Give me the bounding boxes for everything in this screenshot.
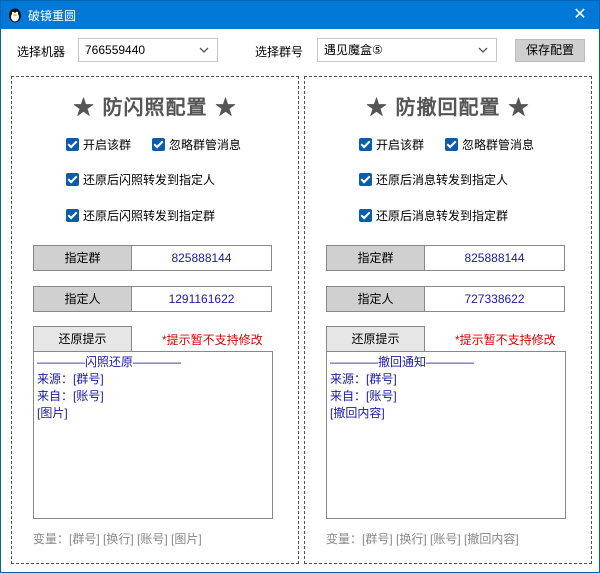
checkmark-icon — [66, 209, 79, 222]
checkmark-icon — [359, 173, 372, 186]
checkbox-label: 还原后闪照转发到指定群 — [83, 209, 216, 223]
panel-title: ★ 防撤回配置 ★ — [366, 95, 530, 119]
close-icon: ✕ — [573, 6, 587, 23]
group-select-value: 遇见魔盒⑤ — [324, 43, 383, 57]
target-group-input[interactable]: 825888144 — [132, 245, 272, 271]
anti-recall-panel: ★ 防撤回配置 ★ 开启该群 忽略群管消息 还原后消息转发到指定人 还原后消息转… — [304, 76, 592, 564]
checkmark-icon — [66, 173, 79, 186]
machine-label: 选择机器 — [17, 45, 66, 59]
target-group-label: 指定群 — [326, 245, 425, 271]
target-person-input[interactable]: 727338622 — [425, 286, 565, 312]
restore-tip-tab[interactable]: 还原提示 — [33, 326, 132, 351]
variables-hint: 变量：[群号] [换行] [账号] [图片] — [33, 532, 202, 546]
target-person-label: 指定人 — [326, 286, 425, 312]
save-config-button[interactable]: 保存配置 — [515, 39, 585, 62]
forward-person-checkbox[interactable]: 还原后消息转发到指定人 — [359, 171, 508, 188]
title-bar: 破镜重圆 ✕ — [1, 1, 599, 29]
group-label: 选择群号 — [255, 45, 304, 59]
ignore-admin-checkbox[interactable]: 忽略群管消息 — [445, 136, 534, 153]
panel-title: ★ 防闪照配置 ★ — [73, 95, 237, 119]
forward-group-checkbox[interactable]: 还原后消息转发到指定群 — [359, 207, 508, 224]
variables-hint: 变量：[群号] [换行] [账号] [撤回内容] — [326, 532, 519, 546]
chevron-down-icon — [478, 47, 488, 53]
forward-person-checkbox[interactable]: 还原后闪照转发到指定人 — [66, 171, 215, 188]
flash-photo-panel: ★ 防闪照配置 ★ 开启该群 忽略群管消息 还原后闪照转发到指定人 还原后闪照转… — [11, 76, 299, 564]
restore-tip-tab[interactable]: 还原提示 — [326, 326, 425, 351]
restore-template-textarea[interactable]: ————闪照还原———— 来源：[群号] 来自：[账号] [图片] — [33, 351, 273, 519]
window-title: 破镜重圆 — [28, 9, 77, 23]
checkmark-icon — [152, 138, 165, 151]
checkbox-label: 开启该群 — [83, 138, 132, 152]
checkbox-label: 还原后消息转发到指定群 — [376, 209, 509, 223]
checkbox-label: 开启该群 — [376, 138, 425, 152]
warning-text: *提示暂不支持修改 — [162, 333, 263, 347]
checkbox-label: 忽略群管消息 — [169, 138, 242, 152]
group-select[interactable]: 遇见魔盒⑤ — [317, 38, 497, 62]
chevron-down-icon — [199, 47, 209, 53]
checkmark-icon — [359, 138, 372, 151]
target-group-input[interactable]: 825888144 — [425, 245, 565, 271]
warning-text: *提示暂不支持修改 — [455, 333, 556, 347]
forward-group-checkbox[interactable]: 还原后闪照转发到指定群 — [66, 207, 215, 224]
restore-template-textarea[interactable]: ————撤回通知———— 来源：[群号] 来自：[账号] [撤回内容] — [326, 351, 566, 519]
checkbox-label: 还原后消息转发到指定人 — [376, 173, 509, 187]
target-person-input[interactable]: 1291161622 — [132, 286, 272, 312]
machine-select[interactable]: 766559440 — [78, 38, 218, 62]
checkbox-label: 还原后闪照转发到指定人 — [83, 173, 216, 187]
ignore-admin-checkbox[interactable]: 忽略群管消息 — [152, 136, 241, 153]
enable-group-checkbox[interactable]: 开启该群 — [66, 136, 131, 153]
checkbox-label: 忽略群管消息 — [462, 138, 535, 152]
close-button[interactable]: ✕ — [569, 4, 591, 26]
target-person-label: 指定人 — [33, 286, 132, 312]
checkmark-icon — [445, 138, 458, 151]
main-window: 破镜重圆 ✕ 选择机器 766559440 选择群号 遇见魔盒⑤ 保存配置 ★ … — [0, 0, 600, 573]
target-group-label: 指定群 — [33, 245, 132, 271]
enable-group-checkbox[interactable]: 开启该群 — [359, 136, 424, 153]
checkmark-icon — [66, 138, 79, 151]
qq-penguin-icon — [9, 8, 21, 23]
checkmark-icon — [359, 209, 372, 222]
machine-select-value: 766559440 — [85, 43, 146, 57]
